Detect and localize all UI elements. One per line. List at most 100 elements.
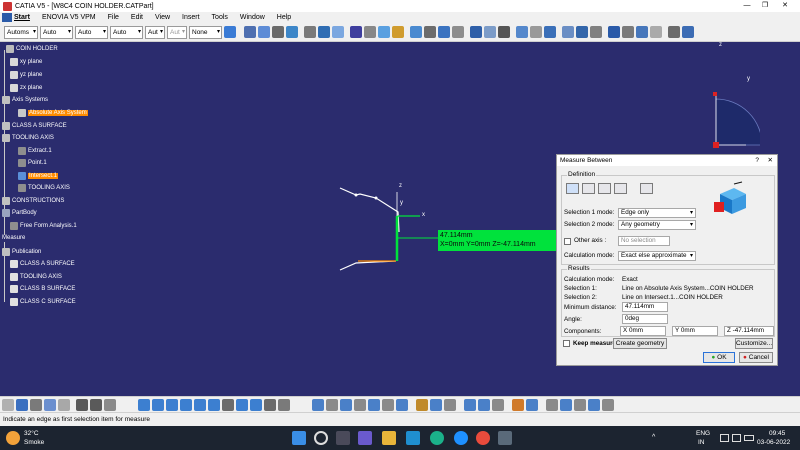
tree-node-yz-plane[interactable]: yz plane — [10, 71, 42, 79]
task-view-icon[interactable] — [336, 431, 350, 445]
dialog-help-button[interactable]: ? — [755, 155, 759, 166]
menu-edit[interactable]: Edit — [125, 14, 149, 21]
sweep-icon[interactable] — [286, 26, 298, 38]
inertia-tool-icon[interactable] — [492, 398, 504, 411]
customize-button[interactable]: Customize... — [735, 338, 773, 349]
zoom-out-icon[interactable] — [194, 398, 206, 411]
upper-curve[interactable] — [339, 187, 400, 233]
check-icon[interactable] — [588, 398, 600, 411]
intersection-icon[interactable] — [382, 398, 394, 411]
viewport-scrollbar[interactable] — [782, 42, 800, 396]
grid-icon[interactable] — [668, 26, 680, 38]
multi-view-icon[interactable] — [222, 398, 234, 411]
fill-icon[interactable] — [304, 26, 316, 38]
tree-node-publication[interactable]: Publication — [2, 248, 41, 256]
wifi-icon[interactable] — [720, 434, 729, 442]
redo-icon[interactable] — [90, 398, 102, 411]
measure-between-mode-icon[interactable] — [566, 183, 579, 194]
revolve-icon[interactable] — [272, 26, 284, 38]
extract-icon[interactable] — [410, 26, 422, 38]
menu-insert[interactable]: Insert — [176, 14, 206, 21]
other-axis-checkbox[interactable] — [564, 238, 571, 245]
render-style-select[interactable]: None — [189, 25, 222, 39]
catia-taskbar-icon[interactable] — [498, 431, 512, 445]
formula-icon[interactable] — [560, 398, 572, 411]
measure-item-icon[interactable] — [614, 183, 627, 194]
line-icon[interactable] — [340, 398, 352, 411]
circle-icon[interactable] — [416, 398, 428, 411]
tree-node-zx-plane[interactable]: zx plane — [10, 84, 42, 92]
tree-node-pub-class-a[interactable]: CLASS A SURFACE — [10, 260, 75, 268]
rule-icon[interactable] — [574, 398, 586, 411]
whats-this-icon[interactable] — [104, 398, 116, 411]
painter-icon[interactable] — [224, 26, 236, 38]
clock-date[interactable]: 03-06-2022 — [757, 439, 790, 447]
tree-node-root[interactable]: COIN HOLDER — [6, 45, 58, 53]
design-table-icon[interactable] — [602, 398, 614, 411]
weather-temperature[interactable]: 32°C — [24, 430, 39, 438]
shading-icon[interactable] — [250, 398, 262, 411]
clock-time[interactable]: 09:45 — [769, 430, 785, 438]
selection1-mode-select[interactable]: Edge only — [618, 208, 696, 218]
compass-widget[interactable] — [700, 87, 760, 152]
tree-node-pub-tooling[interactable]: TOOLING AXIS — [10, 273, 62, 281]
teams-chat-icon[interactable] — [358, 431, 372, 445]
distance-analysis-icon[interactable] — [650, 26, 662, 38]
analysis-icon[interactable] — [576, 26, 588, 38]
select-icon[interactable] — [2, 398, 14, 411]
cortana-icon[interactable] — [454, 431, 468, 445]
minimize-button[interactable]: — — [740, 0, 754, 12]
helix-icon[interactable] — [444, 398, 456, 411]
develop-icon[interactable] — [544, 26, 556, 38]
undo-icon[interactable] — [76, 398, 88, 411]
transparency-select[interactable]: Auto — [40, 25, 73, 39]
fit-all-icon[interactable] — [138, 398, 150, 411]
menu-help[interactable]: Help — [271, 14, 297, 21]
tree-node-axis-systems[interactable]: Axis Systems — [2, 96, 48, 104]
connect-checker-icon[interactable] — [590, 26, 602, 38]
parallel-curve-icon[interactable] — [396, 398, 408, 411]
file-explorer-icon[interactable] — [382, 431, 396, 445]
color-select[interactable]: Automs — [4, 25, 38, 39]
hide-show-icon[interactable] — [264, 398, 276, 411]
tree-node-freeform-analysis[interactable]: Free Form Analysis.1 — [10, 222, 77, 230]
spline-icon[interactable] — [430, 398, 442, 411]
tree-node-xy-plane[interactable]: xy plane — [10, 58, 42, 66]
sketcher-icon[interactable] — [244, 26, 256, 38]
layer-select[interactable]: Aut — [167, 25, 187, 39]
calc-mode-select[interactable]: Exact else approximate — [618, 251, 696, 261]
selection2-mode-select[interactable]: Any geometry — [618, 220, 696, 230]
weather-icon[interactable] — [6, 431, 20, 445]
other-axis-field[interactable]: No selection — [618, 236, 670, 246]
edge-browser-icon[interactable] — [430, 431, 444, 445]
boundary-icon[interactable] — [392, 26, 404, 38]
affinity-icon[interactable] — [498, 26, 510, 38]
update-icon[interactable] — [682, 26, 694, 38]
tree-node-constructions[interactable]: CONSTRUCTIONS — [2, 197, 64, 205]
volume-icon[interactable] — [732, 434, 741, 442]
law-icon[interactable] — [530, 26, 542, 38]
tree-node-tooling-axis[interactable]: TOOLING AXIS — [2, 134, 54, 142]
fillet-icon[interactable] — [424, 26, 436, 38]
sketch-icon[interactable] — [312, 398, 324, 411]
curve-point[interactable] — [374, 196, 378, 200]
rotate-view-icon[interactable] — [166, 398, 178, 411]
catalog-icon[interactable] — [526, 398, 538, 411]
tree-node-absolute-axis[interactable]: Absolute Axis System — [18, 109, 88, 117]
cancel-button[interactable]: ● Cancel — [739, 352, 773, 363]
battery-icon[interactable] — [744, 435, 754, 441]
extrapolate-icon[interactable] — [516, 26, 528, 38]
translate-icon[interactable] — [438, 26, 450, 38]
measure-fan-mode-icon[interactable] — [598, 183, 611, 194]
menu-tools[interactable]: Tools — [206, 14, 234, 21]
keep-measure-checkbox[interactable] — [563, 340, 570, 347]
extrude-icon[interactable] — [258, 26, 270, 38]
tree-node-measure[interactable]: Measure — [2, 235, 25, 241]
draft-analysis-icon[interactable] — [608, 26, 620, 38]
tree-node-point[interactable]: Point.1 — [18, 159, 47, 167]
paste-icon[interactable] — [58, 398, 70, 411]
menu-view[interactable]: View — [149, 14, 176, 21]
fly-mode-icon[interactable] — [16, 398, 28, 411]
menu-window[interactable]: Window — [234, 14, 271, 21]
pan-icon[interactable] — [152, 398, 164, 411]
